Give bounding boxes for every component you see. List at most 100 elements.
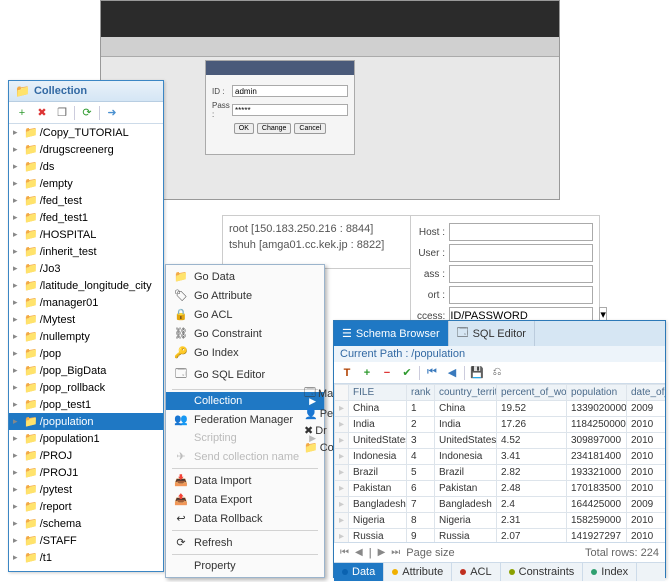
col-header[interactable]: date_of_estimate xyxy=(627,385,666,401)
tab-index[interactable]: Index xyxy=(583,563,637,581)
expand-icon[interactable]: ▸ xyxy=(13,518,24,529)
tab-schema-browser[interactable]: ☰Schema Browser xyxy=(334,321,449,346)
col-header[interactable]: FILE xyxy=(349,385,407,401)
col-header[interactable]: population xyxy=(567,385,627,401)
cell[interactable]: Brazil xyxy=(435,465,497,481)
cell[interactable]: 141927297 xyxy=(567,529,627,543)
cell[interactable]: 2.48 xyxy=(497,481,567,497)
menu-item[interactable]: Collection▶ xyxy=(166,392,324,410)
cell[interactable]: Nigeria xyxy=(435,513,497,529)
cell[interactable]: 4.52 xyxy=(497,433,567,449)
col-header[interactable]: rank xyxy=(407,385,435,401)
tree-item[interactable]: ▸📁/pop_test1 xyxy=(9,396,163,413)
menu-item[interactable]: 📤Data Export xyxy=(166,490,324,509)
copy-button[interactable]: ❐ xyxy=(54,105,70,121)
add-row-button[interactable]: + xyxy=(359,365,375,381)
expand-icon[interactable]: ▸ xyxy=(13,314,24,325)
tree-item[interactable]: ▸📁/schema xyxy=(9,515,163,532)
expand-icon[interactable]: ▸ xyxy=(13,144,24,155)
pager-prev[interactable]: ◀ xyxy=(355,547,363,558)
tree-item[interactable]: ▸📁/inherit_test xyxy=(9,243,163,260)
menu-item[interactable]: 🏷Go Attribute xyxy=(166,286,324,305)
data-grid[interactable]: FILErankcountry_territorypercent_of_worl… xyxy=(334,384,665,542)
cell[interactable]: Nigeria xyxy=(349,513,407,529)
tree-item[interactable]: ▸📁/ds xyxy=(9,158,163,175)
tree-item[interactable]: ▸📁/pop_rollback xyxy=(9,379,163,396)
table-row[interactable]: ▸India2India17.2611842500002010 xyxy=(335,417,666,433)
tree-item[interactable]: ▸📁/fed_test1 xyxy=(9,209,163,226)
tree-item[interactable]: ▸📁/PROJ1 xyxy=(9,464,163,481)
dialog-id-input[interactable] xyxy=(232,85,348,97)
first-page-button[interactable]: ⏮ xyxy=(424,365,440,381)
expand-icon[interactable]: ▸ xyxy=(13,416,24,427)
table-row[interactable]: ▸Pakistan6Pakistan2.481701835002010 xyxy=(335,481,666,497)
expand-icon[interactable]: ▸ xyxy=(13,399,24,410)
cell[interactable]: 164425000 xyxy=(567,497,627,513)
cell[interactable]: China xyxy=(435,401,497,417)
expand-icon[interactable]: ▸ xyxy=(13,280,24,291)
cell[interactable]: 1184250000 xyxy=(567,417,627,433)
tree-item[interactable]: ▸📁/fed_test xyxy=(9,192,163,209)
pass-input[interactable] xyxy=(449,265,593,283)
cell[interactable]: UnitedStates xyxy=(349,433,407,449)
expand-icon[interactable]: ▸ xyxy=(13,331,24,342)
dialog-change-button[interactable]: Change xyxy=(257,123,292,134)
tree-item[interactable]: ▸📁/Copy_TUTORIAL xyxy=(9,124,163,141)
expand-icon[interactable]: ▸ xyxy=(13,450,24,461)
expand-icon[interactable]: ▸ xyxy=(13,433,24,444)
cell[interactable]: Bangladesh xyxy=(435,497,497,513)
cell[interactable]: 2010 xyxy=(627,513,666,529)
col-header[interactable] xyxy=(335,385,349,401)
tree-item[interactable]: ▸📁/STAFF xyxy=(9,532,163,549)
table-row[interactable]: ▸Indonesia4Indonesia3.412341814002010 xyxy=(335,449,666,465)
cell[interactable]: Russia xyxy=(349,529,407,543)
cell[interactable]: 309897000 xyxy=(567,433,627,449)
expand-icon[interactable]: ▸ xyxy=(13,382,24,393)
cell[interactable]: 2010 xyxy=(627,465,666,481)
cell[interactable]: 2.4 xyxy=(497,497,567,513)
host-input[interactable] xyxy=(449,223,593,241)
tree-item[interactable]: ▸📁/HOSPITAL xyxy=(9,226,163,243)
undo-button[interactable]: ⎌ xyxy=(489,365,505,381)
col-header[interactable]: country_territory xyxy=(435,385,497,401)
pager-last[interactable]: ⏭ xyxy=(391,547,400,558)
cell[interactable]: 5 xyxy=(407,465,435,481)
cell[interactable]: 2009 xyxy=(627,401,666,417)
cell[interactable]: Pakistan xyxy=(349,481,407,497)
tree-item[interactable]: ▸📁/Mytest xyxy=(9,311,163,328)
tab-sql-editor[interactable]: 🗔SQL Editor xyxy=(449,321,535,346)
t-button[interactable]: T xyxy=(339,365,355,381)
table-row[interactable]: ▸Russia9Russia2.071419272972010 xyxy=(335,529,666,543)
table-row[interactable]: ▸Nigeria8Nigeria2.311582590002010 xyxy=(335,513,666,529)
tree-item[interactable]: ▸📁/t1 xyxy=(9,549,163,566)
tree-item[interactable]: ▸📁/Jo3 xyxy=(9,260,163,277)
cell[interactable]: India xyxy=(435,417,497,433)
table-row[interactable]: ▸Brazil5Brazil2.821933210002010 xyxy=(335,465,666,481)
cell[interactable]: 170183500 xyxy=(567,481,627,497)
cell[interactable]: 9 xyxy=(407,529,435,543)
cell[interactable]: 158259000 xyxy=(567,513,627,529)
expand-icon[interactable]: ▸ xyxy=(13,246,24,257)
refresh-button[interactable]: ⟳ xyxy=(79,105,95,121)
tree-item[interactable]: ▸📁/population xyxy=(9,413,163,430)
cell[interactable]: 2 xyxy=(407,417,435,433)
cell[interactable]: 4 xyxy=(407,449,435,465)
cell[interactable]: 234181400 xyxy=(567,449,627,465)
cell[interactable]: 19.52 xyxy=(497,401,567,417)
cell[interactable]: Pakistan xyxy=(435,481,497,497)
menu-item[interactable]: ⛓Go Constraint xyxy=(166,324,324,343)
tab-data[interactable]: Data xyxy=(334,563,384,581)
add-button[interactable]: + xyxy=(14,105,30,121)
cell[interactable]: 1 xyxy=(407,401,435,417)
menu-item[interactable]: 👥Federation Manager xyxy=(166,410,324,429)
menu-item[interactable]: ⟳Refresh xyxy=(166,533,324,552)
tree-item[interactable]: ▸📁/population1 xyxy=(9,430,163,447)
save-button[interactable]: 💾 xyxy=(469,365,485,381)
cell[interactable]: 2010 xyxy=(627,481,666,497)
col-header[interactable]: percent_of_world xyxy=(497,385,567,401)
tree-item[interactable]: ▸📁/empty xyxy=(9,175,163,192)
expand-icon[interactable]: ▸ xyxy=(13,535,24,546)
cell[interactable]: Indonesia xyxy=(349,449,407,465)
pager-next[interactable]: ▶ xyxy=(378,547,386,558)
cell[interactable]: 3.41 xyxy=(497,449,567,465)
